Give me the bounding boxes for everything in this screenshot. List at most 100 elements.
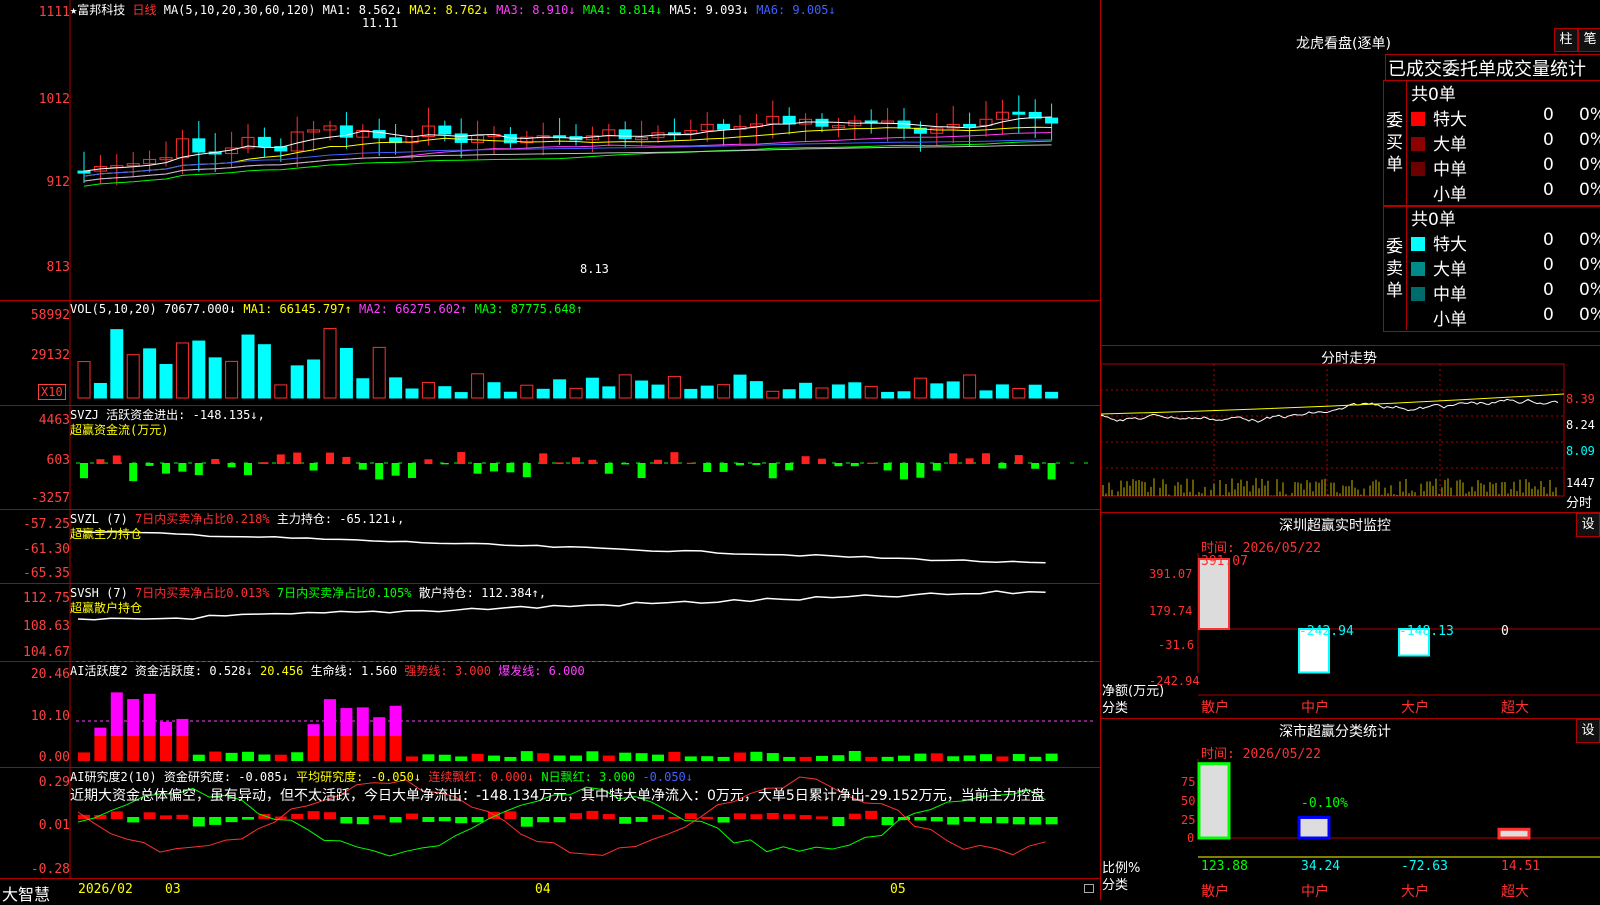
svzj-bar	[965, 458, 974, 464]
vol-bar	[126, 354, 140, 399]
ai1-t4: 强势线: 3.000	[404, 664, 491, 678]
tick-mode-button[interactable]: 笔	[1578, 28, 1600, 52]
sz-class-val-3: -72.63	[1401, 859, 1448, 874]
ai1-bar	[619, 752, 632, 761]
svzj-bar	[244, 463, 252, 476]
vol-bar	[503, 391, 517, 399]
svzj-bar	[719, 463, 728, 472]
svzj-bar	[1047, 463, 1056, 480]
ai1-pane[interactable]: 20.46 10.10 0.00 AI活跃度2 资金活跃度: 0.528↓ 20…	[0, 661, 1100, 768]
sell-row-2-label: 大单	[1433, 260, 1467, 280]
intraday-panel[interactable]: 分时走势 8.39 8.24 8.09 1447 分时	[1100, 346, 1600, 513]
svzj-bar	[932, 463, 941, 471]
kline-chart	[69, 0, 1059, 300]
svzj-bar	[703, 463, 712, 472]
vol-bar	[602, 386, 616, 399]
svzj-bar	[227, 463, 236, 468]
svzj-pane[interactable]: 4463 603 -3257 SVZJ 活跃资金进出: -148.135↓, 超…	[0, 405, 1100, 510]
vol-bar	[389, 377, 403, 399]
vol-label: VOL(5,10,20)	[70, 302, 157, 316]
svzj-bar	[194, 463, 203, 476]
ai1-bar	[209, 751, 222, 761]
buy-label: 委买单	[1386, 111, 1403, 175]
svzj-bar	[982, 453, 990, 464]
ai2-header: AI研究度2(10) 资金研究度: -0.085↓ 平均研究度: -0.050↓…	[70, 768, 693, 785]
sz-monitor-xlabel: 分类	[1102, 701, 1129, 716]
vol-bar	[995, 384, 1009, 399]
ai1-bar	[684, 756, 697, 761]
ai2-axis-2: 0.01	[38, 818, 70, 833]
svsh-pane[interactable]: 112.75 108.63 104.67 SVSH (7) 7日内买卖净占比0.…	[0, 583, 1100, 662]
ai2-bar	[553, 817, 566, 823]
svzj-label: SVZJ	[70, 408, 99, 422]
ai2-bar	[832, 817, 845, 827]
ai2-t2: 平均研究度: -0.050↓	[296, 770, 422, 784]
vol-bar	[782, 389, 796, 399]
svzj-text: 活跃资金进出: -148.135↓,	[106, 408, 265, 422]
svzj-bar	[342, 456, 351, 464]
ai1-bar	[717, 756, 730, 761]
vol-bar	[339, 347, 353, 399]
ai1-bar-base	[307, 736, 320, 761]
ai2-bar	[176, 814, 189, 819]
vol-bar	[159, 364, 173, 399]
bar-mode-button[interactable]: 柱	[1554, 28, 1578, 52]
ai1-bar-top	[340, 708, 353, 736]
buy-row-4-name: 小单	[1411, 180, 1467, 205]
buy-total: 共0单	[1411, 85, 1456, 105]
sz-monitor-axis-2: 179.74	[1149, 604, 1193, 618]
intraday-vol-unit: 分时	[1566, 496, 1593, 511]
sz-monitor-val-3: -148.13	[1399, 624, 1454, 639]
ai1-bar-base	[373, 736, 386, 761]
ai1-bar	[750, 751, 763, 761]
stock-name[interactable]: ★富邦科技	[70, 3, 125, 17]
ai1-t5: 爆发线: 6.000	[498, 664, 585, 678]
ai1-bar	[635, 753, 648, 761]
ai1-bar	[471, 753, 484, 761]
vol-bar	[372, 346, 386, 399]
brand-label[interactable]: 大智慧	[2, 881, 50, 905]
lock-icon	[1084, 884, 1094, 893]
ai1-bar-base	[324, 736, 336, 761]
ai2-bar	[406, 813, 418, 819]
ai1-bar	[816, 755, 828, 761]
vol-bar	[257, 344, 271, 399]
ai2-bar	[143, 812, 156, 819]
date-bar[interactable]: 大智慧 2026/02 03 04 05	[0, 878, 1100, 904]
buy-row-3-p: 0%	[1579, 155, 1600, 175]
kline-candle	[257, 136, 271, 148]
period-label[interactable]: 日线	[132, 3, 156, 17]
vol-pane[interactable]: 58992 29132 X10 VOL(5,10,20) 70677.000↓ …	[0, 300, 1100, 406]
vol-bar	[930, 383, 944, 399]
svzj-bar	[785, 463, 794, 471]
svzj-bar	[96, 459, 105, 464]
vol-bar	[438, 386, 452, 399]
svzj-bar	[522, 463, 531, 478]
ai2-pane[interactable]: 0.29 0.01 -0.28 AI研究度2(10) 资金研究度: -0.085…	[0, 767, 1100, 879]
sz-class-panel[interactable]: 深市超赢分类统计 设 时间: 2026/05/22 75 50 25 0 比例%…	[1100, 719, 1600, 900]
vol-bar	[471, 373, 485, 399]
sz-class-bar-2	[1297, 815, 1331, 840]
ai2-t3: 连续飘红: 0.000↓	[428, 770, 535, 784]
vol-bar	[110, 329, 124, 399]
ai1-bar-base	[110, 736, 123, 761]
sell-row-1-name: 特大	[1411, 230, 1467, 255]
low-note: 8.13	[580, 262, 609, 276]
svzl-pane[interactable]: -57.25 -61.30 -65.35 SVZL (7) 7日内买卖净占比0.…	[0, 509, 1100, 584]
buy-row-3-swatch	[1411, 162, 1425, 176]
svzj-bar	[506, 463, 515, 473]
ai1-bar	[586, 751, 599, 761]
svzj-sub: 超赢资金流(万元)	[70, 423, 169, 437]
kline-pane[interactable]: 1111 1012 912 813 ★富邦科技 日线 MA(5,10,20,30…	[0, 0, 1100, 301]
sz-monitor-val-4: 0	[1501, 624, 1509, 639]
vol-bar	[1028, 384, 1042, 399]
vol-bar	[684, 388, 698, 399]
svzj-bar	[670, 452, 679, 464]
ai1-bar	[78, 752, 90, 761]
ai2-comment: 近期大资金总体偏空，虽有异动，但不太活跃，今日大单净流出：-148.134万元，…	[70, 788, 1045, 804]
ai1-bar	[783, 756, 796, 761]
high-note: 11.11	[362, 16, 399, 30]
sell-row-1-p: 0%	[1579, 230, 1600, 250]
sz-monitor-panel[interactable]: 深圳超赢实时监控 设 时间: 2026/05/22 391.07 179.74 …	[1100, 513, 1600, 719]
sell-row-3-label: 中单	[1433, 285, 1467, 305]
